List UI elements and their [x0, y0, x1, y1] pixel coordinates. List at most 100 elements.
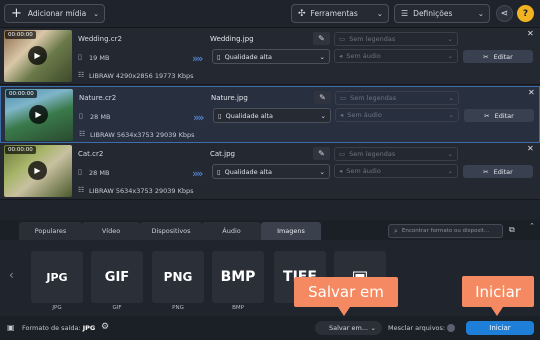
start-button[interactable]: Iniciar: [466, 321, 534, 335]
rename-pencil-icon[interactable]: ✎: [313, 147, 330, 160]
add-media-button[interactable]: + Adicionar mídia ⌄: [4, 4, 105, 23]
settings-label: Definições: [413, 9, 453, 18]
edit-button[interactable]: ✂ Editar: [463, 165, 533, 178]
close-icon[interactable]: ✕: [527, 29, 534, 38]
subtitles-label: Sem legendas: [350, 94, 397, 102]
output-folder-icon[interactable]: ▣: [7, 323, 15, 332]
output-format-value: JPG: [82, 324, 96, 332]
audio-label: Sem áudio: [347, 111, 382, 119]
file-row[interactable]: 00:00:00 ▶ Wedding.cr2 ▯ 19 MB ☷ LIBRAW …: [0, 28, 540, 85]
audio-select[interactable]: ◂ Sem áudio ⌄: [335, 108, 459, 122]
play-icon[interactable]: ▶: [29, 105, 48, 124]
add-media-label: Adicionar mídia: [27, 9, 87, 18]
source-file-name: Nature.cr2: [79, 94, 117, 102]
duration-badge: 00:00:00: [5, 31, 36, 39]
quality-label: Qualidade alta: [225, 111, 274, 120]
file-icon: ▯: [79, 112, 83, 120]
chevron-down-icon: ⌄: [447, 35, 453, 43]
save-callout: Salvar em: [294, 277, 398, 307]
subtitles-icon: ▭: [339, 35, 346, 43]
output-file-name[interactable]: Cat.jpg: [210, 150, 235, 158]
file-icon: ▯: [217, 167, 221, 176]
close-icon[interactable]: ✕: [528, 88, 535, 97]
tab-audio[interactable]: Áudio: [202, 222, 261, 240]
edit-button[interactable]: ✂ Editar: [463, 50, 533, 63]
save-callout-pointer: [338, 307, 350, 316]
chevron-down-icon: ⌄: [93, 9, 99, 18]
tools-icon: ✣: [298, 8, 306, 19]
rename-pencil-icon[interactable]: ✎: [313, 32, 330, 45]
tab-devices[interactable]: Dispositivos: [140, 222, 202, 240]
subtitles-label: Sem legendas: [349, 35, 396, 43]
convert-arrow-icon: »»: [193, 111, 205, 124]
quality-select[interactable]: ▯ Qualidade alta ⌄: [212, 164, 330, 179]
audio-icon: ◂: [339, 52, 343, 60]
merge-files-toggle[interactable]: [447, 324, 455, 332]
edit-button[interactable]: ✂ Editar: [464, 109, 534, 122]
chevron-down-icon: ⌄: [448, 94, 454, 102]
search-icon: ⌕: [394, 226, 398, 235]
format-tile[interactable]: JPG: [31, 251, 83, 303]
rename-pencil-icon[interactable]: ✎: [314, 91, 331, 104]
audio-select[interactable]: ◂ Sem áudio ⌄: [334, 164, 458, 178]
file-thumbnail[interactable]: 00:00:00 ▶: [5, 89, 73, 141]
file-icon: ▯: [218, 111, 222, 120]
help-button[interactable]: ?: [517, 5, 534, 22]
format-tile[interactable]: BMP: [212, 251, 264, 303]
tools-button[interactable]: ✣ Ferramentas ⌄: [291, 4, 389, 23]
subtitles-select[interactable]: ▭ Sem legendas ⌄: [334, 32, 458, 46]
file-row[interactable]: 00:00:00 ▶ Cat.cr2 ▯ 28 MB ☷ LIBRAW 5634…: [0, 143, 540, 200]
output-file-name[interactable]: Wedding.jpg: [210, 35, 254, 43]
convert-arrow-icon: »»: [192, 167, 204, 180]
chevron-down-icon: ⌄: [320, 111, 326, 120]
edit-tools-icon: ✂: [484, 111, 490, 120]
share-icon: ⋖: [500, 8, 509, 19]
source-file-meta: LIBRAW 4290x2856 19773 Kbps: [89, 72, 194, 80]
file-thumbnail[interactable]: 00:00:00 ▶: [4, 145, 72, 197]
duration-badge: 00:00:00: [6, 90, 37, 98]
settings-button[interactable]: ☰ Definições ⌄: [394, 4, 490, 23]
subtitles-select[interactable]: ▭ Sem legendas ⌄: [334, 147, 458, 161]
share-button[interactable]: ⋖: [496, 5, 513, 22]
play-icon[interactable]: ▶: [28, 161, 47, 180]
layout-toggle-icon[interactable]: ⧉: [509, 225, 515, 235]
quality-select[interactable]: ▯ Qualidade alta ⌄: [213, 108, 331, 123]
tab-populares[interactable]: Populares: [19, 222, 82, 240]
output-format-label: Formato de saída:: [22, 324, 81, 332]
format-label: PNG: [172, 305, 184, 311]
gear-icon[interactable]: ⚙: [101, 322, 109, 332]
chevron-down-icon: ⌄: [319, 167, 325, 176]
audio-select[interactable]: ◂ Sem áudio ⌄: [334, 49, 458, 63]
format-tile[interactable]: GIF: [91, 251, 143, 303]
source-file-name: Wedding.cr2: [78, 35, 122, 43]
tab-video[interactable]: Vídeo: [82, 222, 140, 240]
convert-arrow-icon: »»: [192, 52, 204, 65]
audio-label: Sem áudio: [346, 52, 381, 60]
output-file-name[interactable]: Nature.jpg: [211, 94, 248, 102]
play-icon[interactable]: ▶: [28, 46, 47, 65]
file-icon: ▯: [78, 168, 82, 176]
audio-icon: ◂: [339, 167, 343, 175]
edit-label: Editar: [493, 167, 513, 176]
file-row[interactable]: 00:00:00 ▶ Nature.cr2 ▯ 28 MB ☷ LIBRAW 5…: [0, 86, 540, 143]
format-icon: JPG: [46, 270, 68, 284]
chevron-down-icon: ⌄: [370, 324, 376, 332]
close-icon[interactable]: ✕: [527, 144, 534, 153]
format-tile[interactable]: PNG: [152, 251, 204, 303]
file-thumbnail[interactable]: 00:00:00 ▶: [4, 30, 72, 82]
media-info-icon: ☷: [78, 186, 85, 194]
scroll-left-icon[interactable]: ‹: [9, 268, 14, 282]
subtitles-icon: ▭: [340, 94, 347, 102]
tab-images[interactable]: Imagens: [261, 222, 321, 240]
source-file-size: 28 MB: [89, 169, 110, 177]
collapse-chevron-icon[interactable]: ⌃: [529, 222, 535, 230]
save-to-select[interactable]: Salvar em... ⌄: [315, 321, 382, 335]
chevron-down-icon: ⌄: [376, 9, 383, 18]
subtitles-select[interactable]: ▭ Sem legendas ⌄: [335, 91, 459, 105]
format-search-input[interactable]: ⌕ Encontrar formato ou disposit...: [388, 224, 503, 238]
output-format: Formato de saída: JPG: [22, 324, 95, 332]
media-info-icon: ☷: [78, 71, 85, 79]
chevron-down-icon: ⌄: [319, 52, 325, 61]
audio-label: Sem áudio: [346, 167, 381, 175]
quality-select[interactable]: ▯ Qualidade alta ⌄: [212, 49, 330, 64]
